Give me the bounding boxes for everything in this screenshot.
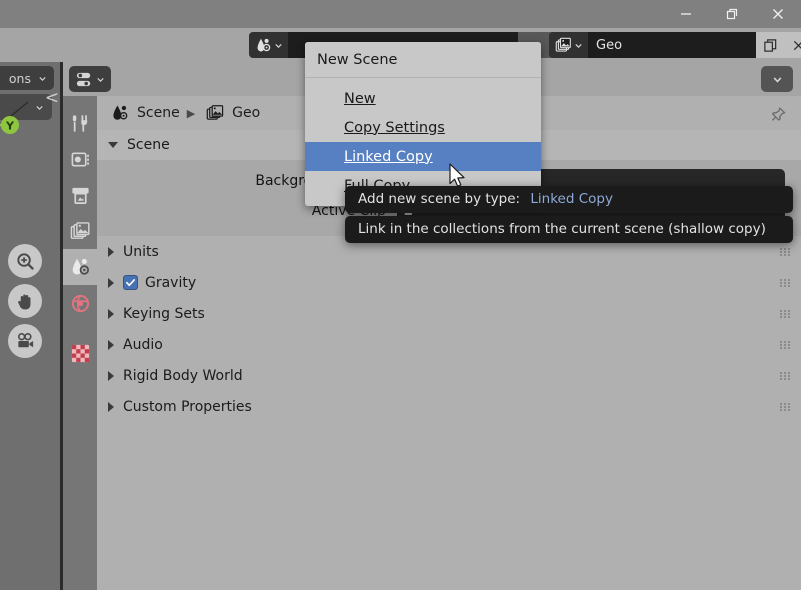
view-layer-icon xyxy=(70,221,90,239)
viewport-options-label: ons xyxy=(8,70,31,86)
panel-header-custom-properties[interactable]: Custom Properties xyxy=(97,391,801,422)
blender-window: Geo ons < Y Scene ▶ Geo Scene Background… xyxy=(0,0,801,590)
triangle-right-icon xyxy=(108,246,114,257)
viewport-options-dropdown[interactable]: ons xyxy=(0,66,54,90)
panel-header-audio[interactable]: Audio xyxy=(97,329,801,360)
zoom-region-icon[interactable] xyxy=(8,244,42,278)
sidebar-item-view-layer[interactable] xyxy=(63,213,97,249)
render-icon xyxy=(71,151,89,167)
sidebar-item-scene[interactable] xyxy=(63,249,97,285)
properties-tab-column xyxy=(63,96,97,590)
browse-scene-button[interactable] xyxy=(249,32,288,58)
editor-type-selector[interactable] xyxy=(69,66,111,92)
triangle-right-icon xyxy=(108,339,114,350)
tab-spacer xyxy=(63,321,97,335)
close-icon[interactable] xyxy=(755,0,801,28)
browse-viewlayer-button[interactable] xyxy=(549,32,588,58)
panel-drag-grip[interactable] xyxy=(780,247,791,256)
properties-filter-dropdown[interactable] xyxy=(761,66,793,92)
chevron-down-icon xyxy=(97,77,104,82)
tooltip-value: Linked Copy xyxy=(530,191,613,207)
chevron-down-icon xyxy=(575,43,582,48)
mouse-cursor xyxy=(449,163,465,187)
pan-view-icon[interactable] xyxy=(8,284,42,318)
panel-drag-grip[interactable] xyxy=(780,340,791,349)
check-icon xyxy=(126,279,135,287)
tooltip: Add new scene by type: Linked Copy Link … xyxy=(345,186,793,246)
panel-title-audio: Audio xyxy=(123,336,163,353)
gizmo-axis-label-y: Y xyxy=(5,120,15,133)
chevron-down-icon xyxy=(773,76,781,83)
menu-separator xyxy=(305,77,541,78)
panel-header-gravity[interactable]: Gravity xyxy=(97,267,801,298)
menu-item-copy-settings[interactable]: Copy Settings xyxy=(305,113,541,142)
world-icon xyxy=(71,294,89,312)
menu-item-label: Copy Settings xyxy=(344,119,445,136)
triangle-right-icon xyxy=(108,401,114,412)
breadcrumb-separator: ▶ xyxy=(186,106,196,120)
gravity-checkbox[interactable] xyxy=(123,275,138,290)
panel-drag-grip[interactable] xyxy=(780,309,791,318)
remove-viewlayer-button[interactable] xyxy=(784,32,801,58)
output-icon xyxy=(71,187,89,204)
pin-icon[interactable] xyxy=(768,106,787,129)
menu-item-label: New xyxy=(344,90,376,107)
breadcrumb-item-scene[interactable]: Scene xyxy=(137,105,180,121)
panel-drag-grip[interactable] xyxy=(780,402,791,411)
panel-title-scene: Scene xyxy=(127,137,170,153)
panel-header-keying-sets[interactable]: Keying Sets xyxy=(97,298,801,329)
scene-icon xyxy=(113,105,128,120)
camera-view-icon[interactable] xyxy=(8,324,42,358)
breadcrumb-item-viewlayer[interactable]: Geo xyxy=(232,105,260,121)
sidebar-item-texture[interactable] xyxy=(63,335,97,371)
minimize-icon[interactable] xyxy=(663,0,709,28)
triangle-right-icon xyxy=(108,277,114,288)
panel-drag-grip[interactable] xyxy=(780,278,791,287)
triangle-right-icon xyxy=(108,370,114,381)
panel-title-rigid-body-world: Rigid Body World xyxy=(123,367,243,384)
tool-icon xyxy=(72,114,87,132)
viewport-3d[interactable]: ons < Y xyxy=(0,62,60,590)
view-layer-icon xyxy=(555,37,571,52)
tooltip-prefix: Add new scene by type: xyxy=(358,191,521,207)
properties-editor-icon xyxy=(76,72,91,86)
panel-title-custom-properties: Custom Properties xyxy=(123,398,252,415)
chevron-down-icon xyxy=(39,76,46,81)
chevron-down-icon xyxy=(275,43,282,48)
view-layer-icon xyxy=(206,104,224,120)
viewlayer-datablock: Geo xyxy=(549,32,801,58)
new-viewlayer-button[interactable] xyxy=(756,32,784,58)
scene-icon xyxy=(72,258,89,275)
restore-icon[interactable] xyxy=(709,0,755,28)
sidebar-item-render[interactable] xyxy=(63,141,97,177)
panel-title-keying-sets: Keying Sets xyxy=(123,305,205,322)
menu-item-new[interactable]: New xyxy=(305,84,541,113)
triangle-down-icon xyxy=(108,142,118,148)
menu-title: New Scene xyxy=(305,42,541,77)
texture-icon xyxy=(71,344,89,362)
panel-title-gravity: Gravity xyxy=(145,274,197,291)
sidebar-item-tool[interactable] xyxy=(63,105,97,141)
triangle-right-icon xyxy=(108,308,114,319)
scene-icon xyxy=(257,38,271,51)
panel-title-units: Units xyxy=(123,243,159,260)
viewlayer-name-field[interactable]: Geo xyxy=(588,32,756,58)
new-scene-menu: New Scene New Copy Settings Linked Copy … xyxy=(305,42,541,206)
tooltip-line-1: Add new scene by type: Linked Copy xyxy=(345,186,793,213)
sidebar-item-world[interactable] xyxy=(63,285,97,321)
window-title-bar xyxy=(0,0,801,28)
tooltip-line-2: Link in the collections from the current… xyxy=(345,216,793,243)
menu-item-label: Linked Copy xyxy=(344,148,433,165)
panel-header-rigid-body-world[interactable]: Rigid Body World xyxy=(97,360,801,391)
navigation-gizmo[interactable]: Y xyxy=(0,90,56,160)
panel-drag-grip[interactable] xyxy=(780,371,791,380)
menu-item-linked-copy[interactable]: Linked Copy xyxy=(305,142,541,171)
sidebar-item-output[interactable] xyxy=(63,177,97,213)
